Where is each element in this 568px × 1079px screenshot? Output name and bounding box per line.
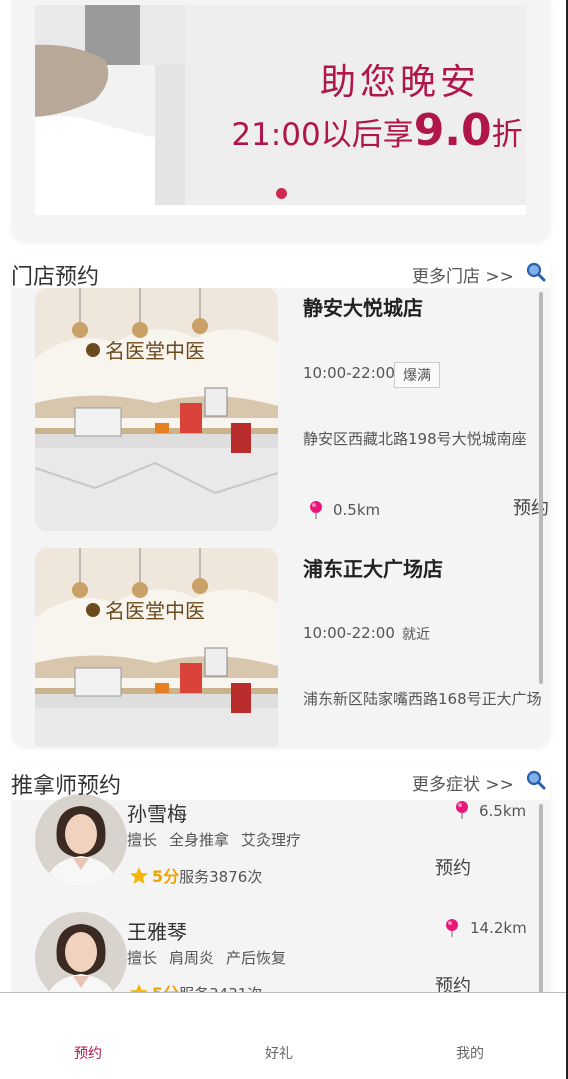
store-name[interactable]: 浦东正大广场店 <box>303 553 443 582</box>
map-pin-icon <box>446 919 458 937</box>
skill-tag: 艾灸理疗 <box>241 831 302 849</box>
search-icon[interactable] <box>526 770 546 790</box>
store-card: 名医堂中医 静安大悦城店 10:00-22:00 爆满 静安区西藏北路198号大… <box>12 256 550 746</box>
therapist-skills: 擅长 肩周炎 产后恢复 <box>127 947 298 968</box>
store-hours: 10:00-22:00 <box>303 364 395 382</box>
therapist-name[interactable]: 王雅琴 <box>127 916 187 945</box>
banner-photo <box>35 5 185 205</box>
banner-offer-suffix: 折 <box>491 117 523 153</box>
service-count: 服务3876次 <box>179 868 263 886</box>
banner-offer-prefix: 21:00以后享 <box>231 117 414 153</box>
store-hours: 10:00-22:00 <box>303 624 395 642</box>
store-list-scrollbar[interactable] <box>539 292 543 684</box>
store-name[interactable]: 静安大悦城店 <box>303 292 423 321</box>
therapist-skills: 擅长 全身推拿 艾灸理疗 <box>127 829 313 850</box>
avatar[interactable] <box>35 912 127 1004</box>
storefront-image: 名医堂中医 <box>35 288 278 531</box>
carousel-indicator-dot[interactable] <box>276 188 287 199</box>
star-icon <box>130 867 148 884</box>
more-symptoms-link[interactable]: 更多症状 >> <box>412 770 514 795</box>
bottom-nav: 预约 好礼 我的 <box>0 992 566 1079</box>
skill-tag: 全身推拿 <box>169 831 230 849</box>
banner-discount: 9.0 <box>413 105 492 156</box>
storefront-image: 名医堂中医 <box>35 548 278 746</box>
store-status-badge: 爆满 <box>394 362 440 388</box>
skill-tag: 肩周炎 <box>169 949 215 967</box>
store-photo[interactable]: 名医堂中医 <box>35 548 278 746</box>
store-address: 浦东新区陆家嘴西路168号正大广场 <box>303 690 542 708</box>
nav-item-profile[interactable]: 我的 <box>430 1043 510 1063</box>
app-page: 助您晚安 21:00以后享9.0折 名医堂中医 静安大悦城店 10:00-22:… <box>0 0 568 1079</box>
more-stores-link[interactable]: 更多门店 >> <box>412 262 514 287</box>
therapist-distance: 14.2km <box>470 919 527 937</box>
map-pin-icon <box>310 501 322 519</box>
banner-footer-strip <box>35 205 526 215</box>
avatar[interactable] <box>35 794 127 886</box>
banner-headline: 助您晚安 <box>319 62 480 103</box>
search-icon[interactable] <box>526 262 546 282</box>
storefront-sign: 名医堂中医 <box>105 339 205 363</box>
store-address: 静安区西藏北路198号大悦城南座 <box>303 430 527 448</box>
banner-offer: 21:00以后享9.0折 <box>227 105 526 156</box>
therapist-name[interactable]: 孙雪梅 <box>127 798 187 827</box>
storefront-sign: 名医堂中医 <box>105 599 205 623</box>
therapist-distance: 6.5km <box>479 802 527 820</box>
store-book-button[interactable]: 预约 <box>513 494 549 520</box>
promo-banner[interactable]: 助您晚安 21:00以后享9.0折 <box>35 5 526 205</box>
store-distance: 0.5km <box>333 501 381 519</box>
store-status-badge: 就近 <box>402 627 430 643</box>
therapist-rating: 5分服务3876次 <box>129 863 262 887</box>
skill-label: 擅长 <box>127 831 158 849</box>
store-section-title: 门店预约 <box>11 265 100 290</box>
map-pin-icon <box>456 801 468 819</box>
rating-score: 5分 <box>152 867 180 886</box>
nav-item-booking[interactable]: 预约 <box>48 1043 128 1063</box>
therapist-section-title: 推拿师预约 <box>11 774 122 799</box>
therapist-book-button[interactable]: 预约 <box>435 854 471 880</box>
therapist-card: 孙雪梅 擅长 全身推拿 艾灸理疗 5分服务3876次 6.5km 预约 王雅琴 擅 <box>12 764 550 1004</box>
therapist-list-scrollbar[interactable] <box>539 804 543 1004</box>
nav-item-gifts[interactable]: 好礼 <box>239 1043 319 1063</box>
store-photo[interactable]: 名医堂中医 <box>35 288 278 531</box>
skill-tag: 产后恢复 <box>226 949 287 967</box>
skill-label: 擅长 <box>127 949 158 967</box>
